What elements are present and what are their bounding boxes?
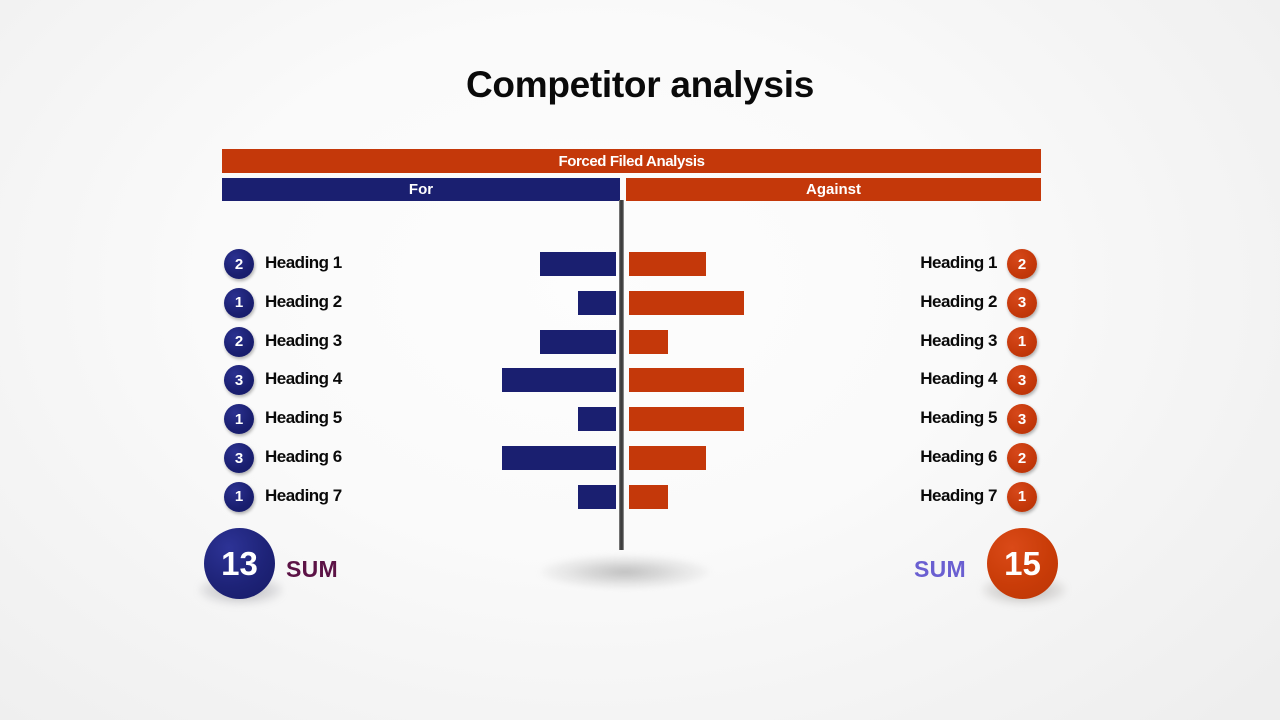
- row-label-for: Heading 7: [265, 485, 342, 505]
- row-score-badge-for: 3: [224, 443, 254, 473]
- row-label-against: Heading 3: [920, 330, 997, 350]
- bar-for: [540, 252, 616, 276]
- bar-for: [502, 446, 616, 470]
- sum-right-label: SUM: [914, 556, 967, 582]
- bar-for: [578, 407, 616, 432]
- header-band-title: Forced Filed Analysis: [222, 149, 1041, 173]
- row-label-against: Heading 2: [920, 291, 997, 311]
- sum-right-total: 15: [987, 528, 1058, 599]
- row-label-against: Heading 5: [920, 408, 997, 428]
- row-score-badge-for: 3: [224, 365, 254, 396]
- bar-against: [629, 329, 668, 354]
- row-score-badge-for: 1: [224, 287, 254, 318]
- row-score-badge-for: 2: [224, 249, 254, 279]
- row-label-against: Heading 6: [920, 447, 997, 466]
- bar-against: [629, 290, 744, 315]
- row-label-against: Heading 7: [920, 485, 997, 505]
- row-label-for: Heading 3: [265, 330, 342, 350]
- row-score-badge-against: 2: [1007, 249, 1037, 279]
- header-band-against: Against: [626, 178, 1041, 201]
- row-score-badge-against: 3: [1007, 404, 1037, 435]
- row-label-against: Heading 1: [920, 253, 997, 272]
- row-score-badge-for: 2: [224, 326, 254, 357]
- table-row: 2 Heading 1 Heading 1 2: [0, 249, 1280, 279]
- row-score-badge-against: 1: [1007, 326, 1037, 357]
- row-label-for: Heading 2: [265, 291, 342, 311]
- bar-against: [629, 407, 744, 432]
- table-row: 1 Heading 5 Heading 5 3: [0, 404, 1280, 435]
- bar-against: [629, 446, 706, 470]
- row-score-badge-against: 2: [1007, 443, 1037, 473]
- table-row: 3 Heading 6 Heading 6 2: [0, 443, 1280, 473]
- table-row: 3 Heading 4 Heading 4 3: [0, 365, 1280, 396]
- row-score-badge-for: 1: [224, 481, 254, 512]
- bar-against: [629, 252, 706, 276]
- sum-left-total: 13: [204, 528, 275, 599]
- slide-canvas: Competitor analysis Forced Filed Analysi…: [0, 0, 1280, 720]
- row-score-badge-against: 3: [1007, 287, 1037, 318]
- bar-for: [578, 484, 616, 509]
- page-title: Competitor analysis: [466, 64, 814, 105]
- row-label-for: Heading 1: [265, 253, 342, 272]
- row-label-against: Heading 4: [920, 369, 997, 389]
- center-divider-shadow: [540, 555, 710, 589]
- bar-against: [629, 484, 668, 509]
- table-row: 2 Heading 3 Heading 3 1: [0, 326, 1280, 357]
- bar-against: [629, 368, 744, 393]
- row-score-badge-against: 1: [1007, 481, 1037, 512]
- table-row: 1 Heading 2 Heading 2 3: [0, 287, 1280, 318]
- row-score-badge-against: 3: [1007, 365, 1037, 396]
- bar-for: [540, 329, 616, 354]
- sum-left-label: SUM: [286, 556, 339, 582]
- row-score-badge-for: 1: [224, 404, 254, 435]
- bar-for: [502, 368, 616, 393]
- row-label-for: Heading 4: [265, 369, 342, 389]
- bar-for: [578, 290, 616, 315]
- header-band-for: For: [222, 178, 620, 201]
- table-row: 1 Heading 7 Heading 7 1: [0, 481, 1280, 512]
- row-label-for: Heading 6: [265, 447, 342, 466]
- row-label-for: Heading 5: [265, 408, 342, 428]
